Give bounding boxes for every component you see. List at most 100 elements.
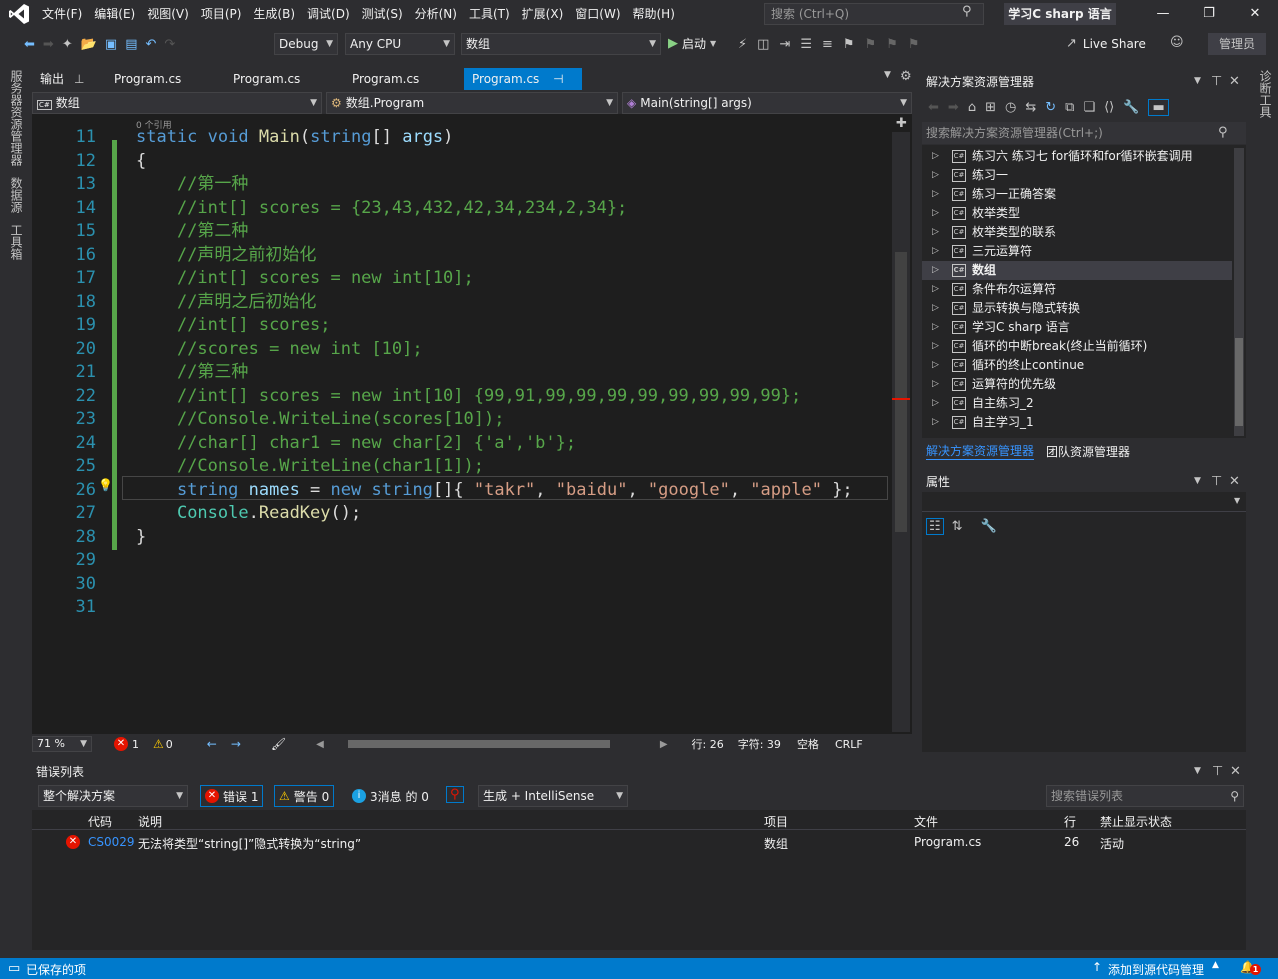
menu-file[interactable]: 文件(F) xyxy=(36,0,88,28)
expand-arrow-icon[interactable]: ▷ xyxy=(932,337,939,356)
start-button[interactable]: ▶ 启动 ▼ xyxy=(668,33,716,55)
server-explorer-tab[interactable]: 服务器资源管理器 xyxy=(8,70,25,166)
editor-vertical-scrollbar[interactable] xyxy=(892,132,910,732)
settings-gear-icon[interactable]: ⚙ xyxy=(900,69,912,84)
close-panel-icon[interactable]: ✕ xyxy=(1230,764,1241,779)
horizontal-scroll-thumb[interactable] xyxy=(347,740,610,748)
expand-arrow-icon[interactable]: ▷ xyxy=(932,242,939,261)
undo-icon[interactable]: ↶ xyxy=(146,37,157,52)
code-line[interactable]: { xyxy=(136,150,146,174)
switch-views-icon[interactable]: ⊞ xyxy=(985,100,996,115)
redo-icon[interactable]: ↷ xyxy=(164,37,175,52)
platform-select[interactable]: Any CPU ▼ xyxy=(345,33,455,55)
expand-arrow-icon[interactable]: ▷ xyxy=(932,147,939,166)
save-all-icon[interactable]: ▤ xyxy=(125,37,137,52)
whitespace-indicator[interactable]: 空格 xyxy=(797,736,819,752)
messages-filter-button[interactable]: i 3消息 的 0 xyxy=(348,785,433,807)
code-line[interactable]: //int[] scores; xyxy=(136,314,331,338)
scroll-right-icon[interactable]: ▶ xyxy=(660,739,668,750)
menu-view[interactable]: 视图(V) xyxy=(141,0,195,28)
restore-button[interactable]: ❐ xyxy=(1186,0,1232,28)
pin-icon[interactable]: ⊤ xyxy=(1211,474,1222,489)
open-file-icon[interactable]: 📂 xyxy=(81,37,97,52)
expand-arrow-icon[interactable]: ▷ xyxy=(932,356,939,375)
tab-team-explorer[interactable]: 团队资源管理器 xyxy=(1046,443,1130,460)
expand-arrow-icon[interactable]: ▷ xyxy=(932,280,939,299)
tab-program-3[interactable]: Program.cs xyxy=(344,68,460,90)
pin-icon[interactable]: ⊥ xyxy=(74,72,84,86)
feedback-icon[interactable]: ☺ xyxy=(1170,35,1184,50)
tree-item-project[interactable]: ▷ C# 数组 xyxy=(922,261,1232,280)
tree-scrollbar[interactable] xyxy=(1234,148,1244,436)
pin-icon[interactable]: ⊤ xyxy=(1211,74,1222,89)
build-intellisense-select[interactable]: 生成 + IntelliSense ▼ xyxy=(478,785,628,807)
nav-back-icon[interactable]: ← xyxy=(207,737,217,751)
error-code-link[interactable]: CS0029 xyxy=(88,835,135,849)
tree-item-project[interactable]: ▷ C# 学习C sharp 语言 xyxy=(922,318,1232,337)
column-suppression[interactable]: 禁止显示状态 xyxy=(1100,813,1172,830)
expand-arrow-icon[interactable]: ▷ xyxy=(932,394,939,413)
code-line[interactable]: //Console.WriteLine(char1[1]); xyxy=(136,455,484,479)
column-file[interactable]: 文件 xyxy=(914,813,938,830)
tree-item-project[interactable]: ▷ C# 循环的中断break(终止当前循环) xyxy=(922,337,1232,356)
zoom-select[interactable]: 71 % ▼ xyxy=(32,736,92,752)
close-panel-icon[interactable]: ✕ xyxy=(1229,74,1240,89)
hot-reload-icon[interactable]: ⚡ xyxy=(738,37,747,52)
code-line[interactable]: //Console.WriteLine(scores[10]); xyxy=(136,408,505,432)
column-line[interactable]: 行 xyxy=(1064,813,1076,830)
search-input[interactable]: 搜索 (Ctrl+Q) xyxy=(764,3,984,25)
menu-debug[interactable]: 调试(D) xyxy=(301,0,356,28)
step-icon[interactable]: ⇥ xyxy=(779,37,790,52)
format-icon[interactable]: ☰ xyxy=(800,37,812,52)
data-sources-tab[interactable]: 数据源 xyxy=(8,177,25,213)
errors-filter-button[interactable]: ✕ 错误 1 xyxy=(200,785,264,807)
minimize-button[interactable]: — xyxy=(1140,0,1186,28)
tree-item-project[interactable]: ▷ C# 三元运算符 xyxy=(922,242,1232,261)
tree-item-project[interactable]: ▷ C# 练习一 xyxy=(922,166,1232,185)
table-row[interactable]: ✕ CS0029 无法将类型“string[]”隐式转换为“string” 数组… xyxy=(32,832,1246,852)
menu-edit[interactable]: 编辑(E) xyxy=(88,0,141,28)
menu-tools[interactable]: 工具(T) xyxy=(463,0,516,28)
scroll-thumb[interactable] xyxy=(895,252,907,532)
close-panel-icon[interactable]: ✕ xyxy=(1229,474,1240,489)
menu-project[interactable]: 项目(P) xyxy=(195,0,248,28)
new-project-icon[interactable]: ✦ xyxy=(62,37,73,52)
column-description[interactable]: 说明 xyxy=(138,813,162,830)
brush-icon[interactable]: 🖌 xyxy=(271,737,286,751)
sync-icon[interactable]: ⇆ xyxy=(1025,100,1036,115)
properties-object-select[interactable]: ▼ xyxy=(922,492,1246,512)
search-icon[interactable]: ⚲ xyxy=(1218,122,1228,144)
expand-arrow-icon[interactable]: ▷ xyxy=(932,413,939,432)
code-line[interactable]: //声明之后初始化 xyxy=(136,291,316,315)
startup-project-select[interactable]: 数组 ▼ xyxy=(461,33,661,55)
tab-program-active[interactable]: Program.cs ⊣ ✕ xyxy=(464,68,582,108)
expand-arrow-icon[interactable]: ▷ xyxy=(932,261,939,280)
tab-solution-explorer[interactable]: 解决方案资源管理器 xyxy=(926,442,1035,460)
error-scope-select[interactable]: 整个解决方案 ▼ xyxy=(38,785,188,807)
menu-build[interactable]: 生成(B) xyxy=(247,0,301,28)
add-to-source-control-button[interactable]: 添加到源代码管理 xyxy=(1108,961,1204,978)
tree-item-project[interactable]: ▷ C# 枚举类型 xyxy=(922,204,1232,223)
menu-extensions[interactable]: 扩展(X) xyxy=(516,0,570,28)
live-share-button[interactable]: ↗ Live Share xyxy=(1066,33,1146,55)
column-project[interactable]: 项目 xyxy=(764,813,788,830)
solution-search-input[interactable]: 搜索解决方案资源管理器(Ctrl+;) ⚲ xyxy=(922,122,1246,144)
tree-item-project[interactable]: ▷ C# 自主练习_2 xyxy=(922,394,1232,413)
diagnostic-tools-tab[interactable]: 诊断工具 xyxy=(1257,70,1274,118)
bookmark-clear-icon[interactable]: ⚑ xyxy=(908,37,920,52)
browser-link-icon[interactable]: ◫ xyxy=(757,37,769,52)
tree-item-project[interactable]: ▷ C# 练习一正确答案 xyxy=(922,185,1232,204)
tree-item-project[interactable]: ▷ C# 循环的终止continue xyxy=(922,356,1232,375)
tree-item-project[interactable]: ▷ C# 显示转换与隐式转换 xyxy=(922,299,1232,318)
panel-options-icon[interactable]: ▼ xyxy=(1194,476,1201,486)
filter-icon[interactable]: ⚲ xyxy=(446,786,464,803)
preview-icon[interactable]: ▬ xyxy=(1148,98,1169,116)
warning-count[interactable]: 0 xyxy=(166,738,173,751)
back-icon[interactable]: ⬅ xyxy=(24,37,35,52)
categorized-icon[interactable]: ☷ xyxy=(926,518,944,535)
refresh-icon[interactable]: ↻ xyxy=(1045,100,1056,115)
split-editor-icon[interactable]: ✚ xyxy=(896,116,907,131)
close-window-button[interactable]: ✕ xyxy=(1232,0,1278,28)
tree-item-project[interactable]: ▷ C# 练习六 练习七 for循环和for循环嵌套调用 xyxy=(922,147,1232,166)
alphabetical-icon[interactable]: ⇅ xyxy=(952,519,963,534)
